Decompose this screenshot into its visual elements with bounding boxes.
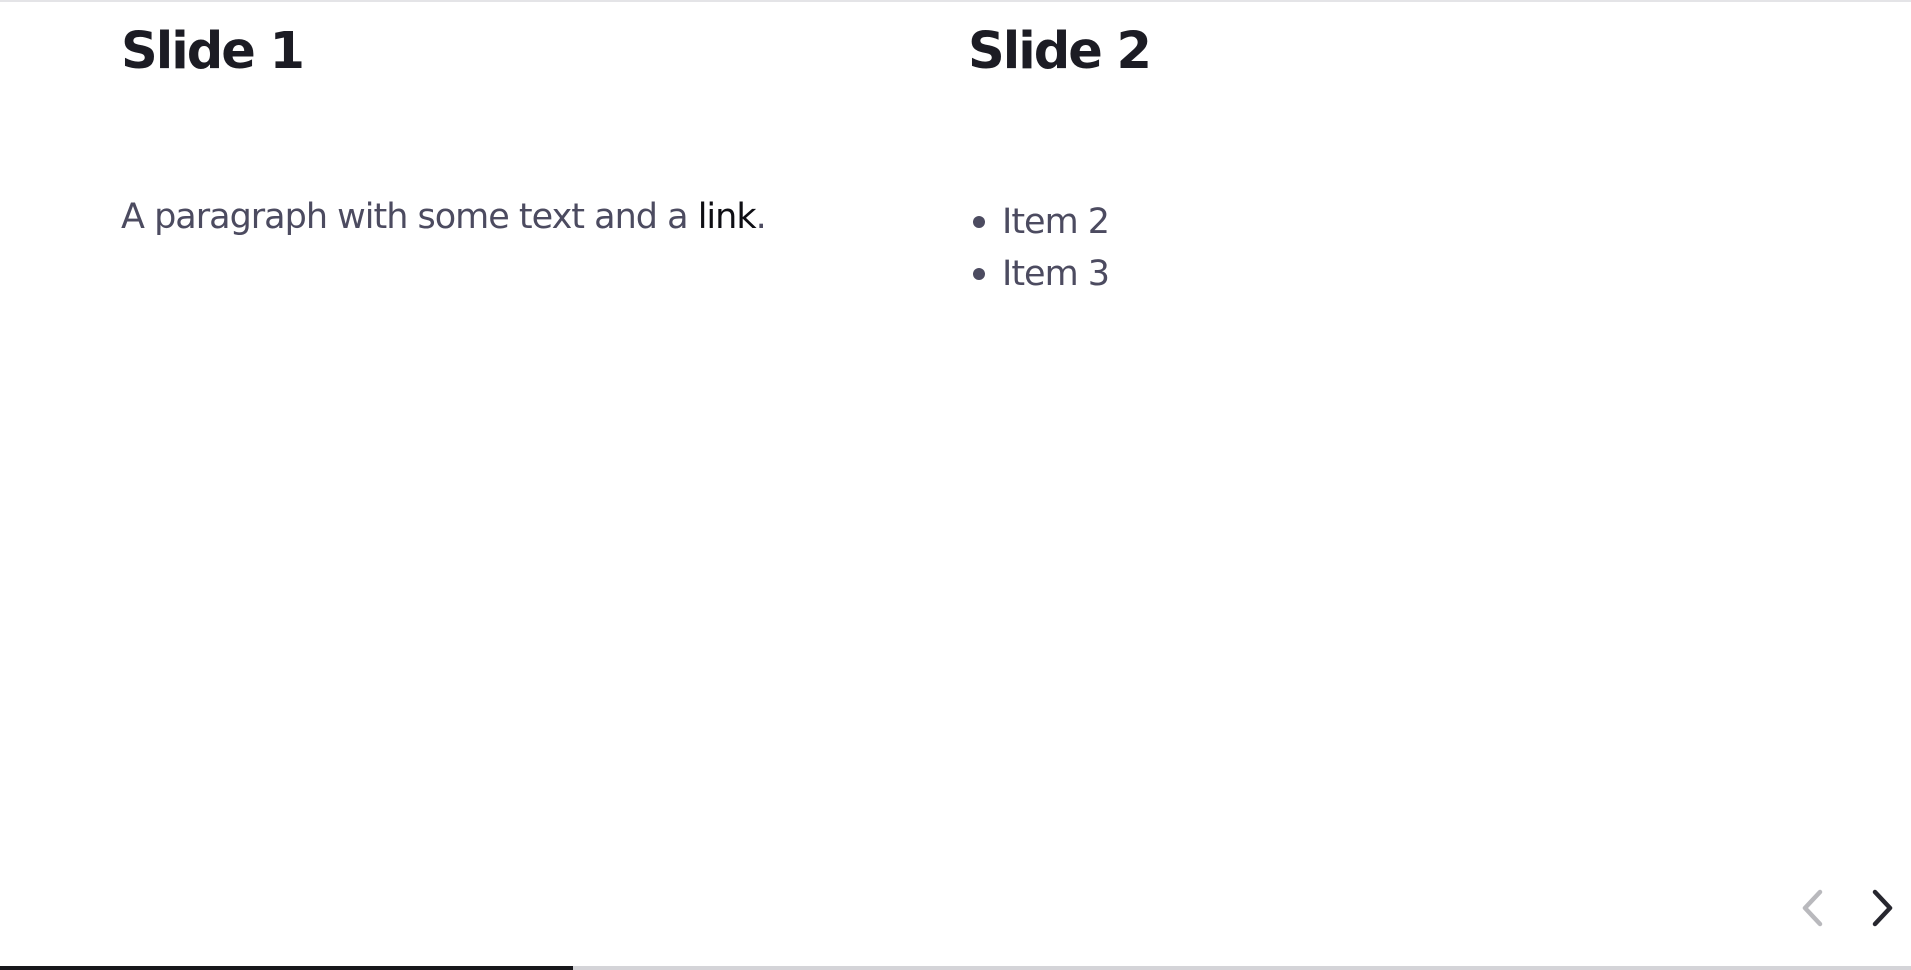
slides-viewport: Slide 1 A paragraph with some text and a… — [0, 0, 1911, 966]
list-item: Item 2 — [968, 196, 1110, 248]
slide-title: Slide 2 — [968, 22, 1152, 81]
paragraph-text-end: . — [755, 197, 767, 237]
paragraph-link[interactable]: link — [698, 197, 757, 237]
progress-fill — [0, 966, 574, 970]
bullet-icon — [973, 216, 985, 228]
slide-title: Slide 1 — [121, 22, 305, 81]
progress-track — [0, 966, 1911, 970]
list-item: Item 3 — [968, 248, 1110, 300]
slide-2: Slide 2 Item 2 Item 3 — [968, 0, 1768, 960]
bullet-icon — [973, 268, 985, 280]
list-item-label: Item 3 — [1002, 254, 1110, 294]
chevron-right-icon — [1872, 889, 1893, 927]
chevron-left-icon — [1802, 889, 1823, 927]
prev-slide-button[interactable] — [1792, 882, 1836, 934]
list-item-label: Item 2 — [1002, 202, 1110, 242]
paragraph-text: A paragraph with some text and a — [121, 197, 698, 237]
bullet-list: Item 2 Item 3 — [968, 196, 1110, 300]
next-slide-button[interactable] — [1862, 882, 1906, 934]
slide-1: Slide 1 A paragraph with some text and a… — [121, 0, 921, 960]
slide-paragraph: A paragraph with some text and a link. — [121, 196, 767, 238]
